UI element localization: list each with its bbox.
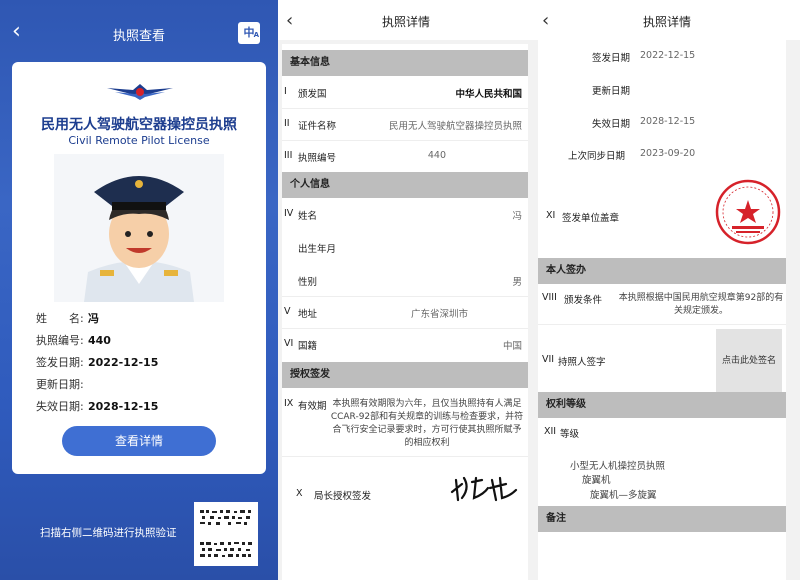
rating-line: 小型无人机操控员执照	[570, 461, 666, 472]
validity-text: 本执照有效期限为六年，且仅当执照持有人满足CCAR-92部和有关规章的训练与检查…	[330, 399, 524, 448]
header-bar: ‹ 执照详情	[278, 0, 534, 40]
field-name: 姓 名: 冯	[36, 312, 99, 325]
license-fields: 姓 名: 冯 执照编号: 440 签发日期: 2022-12-15 更新日期: 失效日…	[36, 310, 158, 420]
license-title-en: Civil Remote Pilot License	[68, 134, 210, 147]
divider	[282, 108, 528, 109]
issue-conditions-text: 本执照根据中国民用航空规章第92部的有关规定颁发。	[618, 293, 784, 316]
page-title: 执照查看	[112, 29, 165, 44]
pilot-avatar	[54, 154, 224, 302]
caac-emblem-icon	[107, 84, 173, 100]
divider	[538, 324, 786, 325]
license-card: 民用无人驾驶航空器操控员执照 Civil Remote Pilot Licens…	[12, 62, 266, 474]
section-authorization: 授权签发	[282, 362, 528, 388]
screen: ‹ 执照查看 中A 民用无人驾驶航空器操控员执照 Civil Remote Pi…	[0, 0, 800, 580]
divider	[282, 328, 528, 329]
qr-code-icon[interactable]	[194, 502, 258, 566]
details-list: 基本信息 I 颁发国 中华人民共和国 II 证件名称 民用无人驾驶航空器操控员执照 …	[282, 44, 528, 580]
divider	[282, 140, 528, 141]
view-details-button[interactable]: 查看详情	[62, 426, 216, 456]
qr-hint: 扫描右侧二维码进行执照验证	[40, 527, 177, 539]
rating-line: 旋翼机	[582, 475, 611, 486]
section-basic-info: 基本信息	[282, 50, 528, 76]
header-bar: ‹ 执照详情	[534, 0, 800, 40]
official-seal	[715, 179, 781, 245]
header-bar: ‹ 执照查看 中A	[0, 0, 278, 60]
license-title-cn: 民用无人驾驶航空器操控员执照	[41, 117, 237, 133]
rating-line: 旋翼机—多旋翼	[590, 490, 657, 501]
field-license-no: 执照编号: 440	[36, 334, 111, 347]
director-signature	[450, 476, 518, 502]
divider	[282, 456, 528, 457]
field-update-date: 更新日期:	[36, 378, 84, 391]
license-details-panel-1: ‹ 执照详情 基本信息 I 颁发国 中华人民共和国 II 证件名称 民用无人驾驶航空…	[278, 0, 534, 580]
language-switch-icon[interactable]: 中A	[238, 22, 260, 44]
details-list: 签发日期 2022-12-15 更新日期 失效日期 2028-12-15 上次同步日…	[538, 38, 786, 580]
section-self-sign: 本人签办	[538, 258, 786, 284]
divider	[282, 296, 528, 297]
section-personal-info: 个人信息	[282, 172, 528, 198]
field-issue-date: 签发日期: 2022-12-15	[36, 356, 159, 369]
page-title: 执照详情	[642, 15, 691, 29]
sign-here-button[interactable]: 点击此处签名	[716, 329, 782, 393]
page-title: 执照详情	[381, 15, 430, 29]
section-privilege-level: 权利等级	[538, 392, 786, 418]
section-remarks: 备注	[538, 506, 786, 532]
field-expire-date: 失效日期: 2028-12-15	[36, 400, 159, 413]
license-view-panel: ‹ 执照查看 中A 民用无人驾驶航空器操控员执照 Civil Remote Pi…	[0, 0, 278, 580]
license-details-panel-2: ‹ 执照详情 签发日期 2022-12-15 更新日期 失效日期 2028-12-1…	[534, 0, 800, 580]
